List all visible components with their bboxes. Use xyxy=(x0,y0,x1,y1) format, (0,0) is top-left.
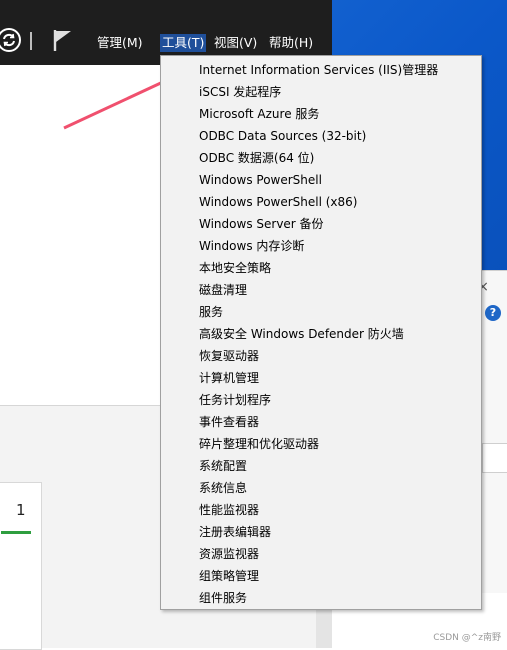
tile-status-bar xyxy=(1,531,31,534)
menu-item-odbc-32[interactable]: ODBC Data Sources (32-bit) xyxy=(161,125,479,147)
menu-item-label: Microsoft Azure 服务 xyxy=(199,107,320,121)
menu-item-label: 系统配置 xyxy=(199,459,248,473)
menu-item-label: 高级安全 Windows Defender 防火墙 xyxy=(199,327,404,341)
watermark: CSDN @^z南野 xyxy=(433,633,501,643)
menu-item-services[interactable]: 服务 xyxy=(161,301,479,323)
menu-item-label: 本地安全策略 xyxy=(199,261,272,275)
menu-item-performance-monitor[interactable]: 性能监视器 xyxy=(161,499,479,521)
menu-manage[interactable]: 管理(M) xyxy=(97,34,143,52)
menu-item-defragment[interactable]: 碎片整理和优化驱动器 xyxy=(161,433,479,455)
menu-item-component-services[interactable]: 组件服务 xyxy=(161,587,479,609)
dashboard-tile[interactable]: 1 xyxy=(0,482,42,650)
menu-item-label: ODBC 数据源(64 位) xyxy=(199,151,315,165)
menu-item-server-backup[interactable]: Windows Server 备份 xyxy=(161,213,479,235)
menu-item-system-configuration[interactable]: 系统配置 xyxy=(161,455,479,477)
tools-dropdown-menu: Internet Information Services (IIS)管理器 iS… xyxy=(160,55,482,610)
flag-icon[interactable] xyxy=(52,28,74,52)
menu-item-azure-services[interactable]: Microsoft Azure 服务 xyxy=(161,103,479,125)
menu-item-label: 恢复驱动器 xyxy=(199,349,260,363)
menu-item-powershell-x86[interactable]: Windows PowerShell (x86) xyxy=(161,191,479,213)
menu-item-label: ODBC Data Sources (32-bit) xyxy=(199,129,367,143)
menu-item-label: 任务计划程序 xyxy=(199,393,272,407)
menu-item-computer-management[interactable]: 计算机管理 xyxy=(161,367,479,389)
menu-item-label: Windows Server 备份 xyxy=(199,217,324,231)
toolbar-separator xyxy=(30,32,32,50)
menu-item-resource-monitor[interactable]: 资源监视器 xyxy=(161,543,479,565)
menu-item-label: Windows PowerShell xyxy=(199,173,322,187)
menu-item-label: Windows PowerShell (x86) xyxy=(199,195,358,209)
dialog-input-field[interactable] xyxy=(482,443,507,473)
menu-tools[interactable]: 工具(T) xyxy=(160,34,207,52)
menu-item-label: Windows 内存诊断 xyxy=(199,239,305,253)
menu-item-label: 服务 xyxy=(199,305,224,319)
menu-item-task-scheduler[interactable]: 任务计划程序 xyxy=(161,389,479,411)
menu-item-label: 资源监视器 xyxy=(199,547,260,561)
menu-item-group-policy-management[interactable]: 组策略管理 xyxy=(161,565,479,587)
refresh-icon[interactable] xyxy=(0,27,22,53)
menu-item-label: iSCSI 发起程序 xyxy=(199,85,282,99)
menu-item-label: Internet Information Services (IIS)管理器 xyxy=(199,63,439,77)
menu-item-odbc-64[interactable]: ODBC 数据源(64 位) xyxy=(161,147,479,169)
menu-item-label: 注册表编辑器 xyxy=(199,525,272,539)
menu-item-label: 系统信息 xyxy=(199,481,248,495)
menu-item-powershell[interactable]: Windows PowerShell xyxy=(161,169,479,191)
menu-item-disk-cleanup[interactable]: 磁盘清理 xyxy=(161,279,479,301)
menu-item-iis-manager[interactable]: Internet Information Services (IIS)管理器 xyxy=(161,59,479,81)
menu-item-label: 事件查看器 xyxy=(199,415,260,429)
tile-count: 1 xyxy=(16,501,26,519)
menu-item-recovery-drive[interactable]: 恢复驱动器 xyxy=(161,345,479,367)
menu-item-label: 磁盘清理 xyxy=(199,283,248,297)
menu-item-local-security-policy[interactable]: 本地安全策略 xyxy=(161,257,479,279)
menu-item-label: 计算机管理 xyxy=(199,371,260,385)
menu-item-event-viewer[interactable]: 事件查看器 xyxy=(161,411,479,433)
menu-item-label: 碎片整理和优化驱动器 xyxy=(199,437,320,451)
menu-item-defender-firewall[interactable]: 高级安全 Windows Defender 防火墙 xyxy=(161,323,479,345)
help-icon[interactable]: ? xyxy=(485,305,501,321)
menu-item-memory-diagnostic[interactable]: Windows 内存诊断 xyxy=(161,235,479,257)
menu-item-registry-editor[interactable]: 注册表编辑器 xyxy=(161,521,479,543)
menu-help[interactable]: 帮助(H) xyxy=(269,34,313,52)
menu-item-iscsi-initiator[interactable]: iSCSI 发起程序 xyxy=(161,81,479,103)
menu-item-label: 组策略管理 xyxy=(199,569,260,583)
menu-item-label: 组件服务 xyxy=(199,591,248,605)
menu-item-label: 性能监视器 xyxy=(199,503,260,517)
menu-view[interactable]: 视图(V) xyxy=(214,34,257,52)
menu-item-system-information[interactable]: 系统信息 xyxy=(161,477,479,499)
